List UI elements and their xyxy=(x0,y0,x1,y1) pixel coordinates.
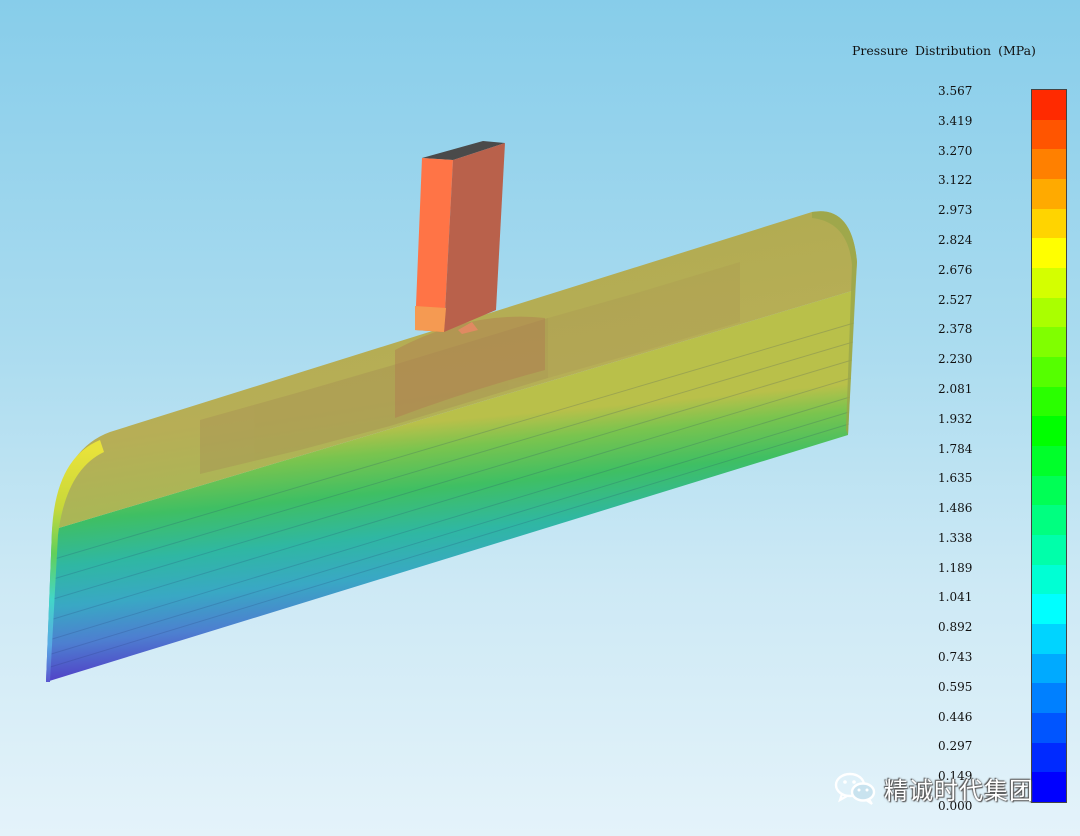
colorbar-band xyxy=(1032,624,1066,654)
sprue-bottom-face xyxy=(415,306,446,332)
colorbar-band xyxy=(1032,713,1066,743)
colorbar-band xyxy=(1032,653,1066,684)
colorbar-band xyxy=(1032,742,1066,773)
colorbar-band xyxy=(1032,564,1066,595)
legend-title: Pressure Distribution (MPa) xyxy=(852,43,1036,58)
colorbar-band xyxy=(1032,90,1066,120)
colorbar-band xyxy=(1032,357,1066,387)
colorbar-band xyxy=(1032,149,1066,180)
watermark: 精诚时代集团 xyxy=(834,768,1034,808)
colorbar-band xyxy=(1032,119,1066,150)
colorbar-band xyxy=(1032,416,1066,447)
watermark-text: 精诚时代集团 xyxy=(884,776,1034,805)
wechat-icon xyxy=(834,772,876,805)
colorbar-band xyxy=(1032,772,1066,803)
model-viewport[interactable] xyxy=(0,0,1080,836)
colorbar-band xyxy=(1032,327,1066,358)
colorbar-band xyxy=(1032,446,1066,476)
colorbar-band xyxy=(1032,238,1066,269)
colorbar-band xyxy=(1032,475,1066,506)
colorbar-band xyxy=(1032,535,1066,565)
colorbar-band xyxy=(1032,594,1066,625)
colorbar-band xyxy=(1032,179,1066,209)
colorbar-band xyxy=(1032,505,1066,536)
colorbar-band xyxy=(1032,297,1066,328)
colorbar-band xyxy=(1032,268,1066,298)
colorbar-band xyxy=(1032,208,1066,239)
colorbar-band xyxy=(1032,683,1066,714)
sprue-side-face xyxy=(444,143,505,332)
colorbar-band xyxy=(1032,386,1066,417)
pressure-colorbar xyxy=(1031,89,1067,803)
